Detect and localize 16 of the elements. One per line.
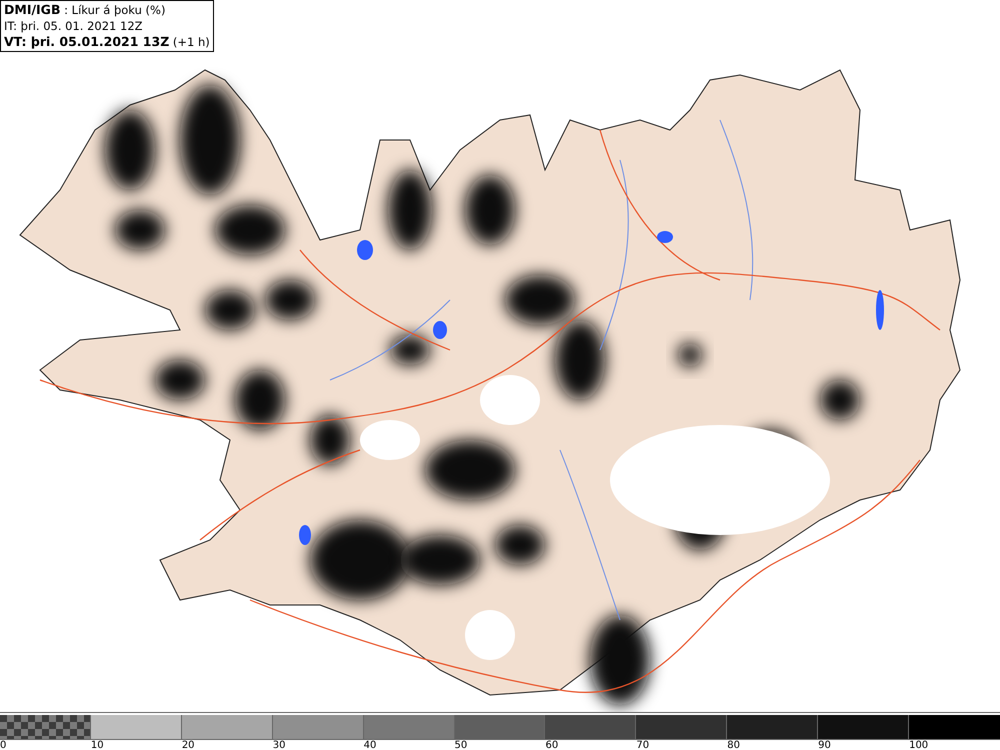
legend-tick-label: 40 (364, 740, 376, 750)
init-time: IT: þri. 05. 01. 2021 12Z (4, 18, 144, 34)
legend-tick-label: 100 (909, 740, 928, 750)
legend-tick-label: 20 (182, 740, 195, 750)
legend-tick-label: 90 (818, 740, 831, 750)
legend-tick-label: 10 (90, 740, 104, 750)
legend-tick-label: 30 (272, 740, 286, 750)
lead-time: (+1 h) (172, 35, 210, 49)
legend-tick-label: 80 (727, 740, 740, 750)
legend-tick-label: 60 (545, 740, 558, 750)
source-label: DMI/IGB (4, 2, 60, 17)
legend-tick-label: 0 (0, 740, 6, 750)
legend-tick-label: 50 (454, 740, 468, 750)
valid-time: VT: þri. 05.01.2021 13Z (4, 34, 170, 49)
map-title: : Líkur á þoku (%) (64, 3, 166, 17)
legend-tick-label: 70 (636, 740, 650, 750)
